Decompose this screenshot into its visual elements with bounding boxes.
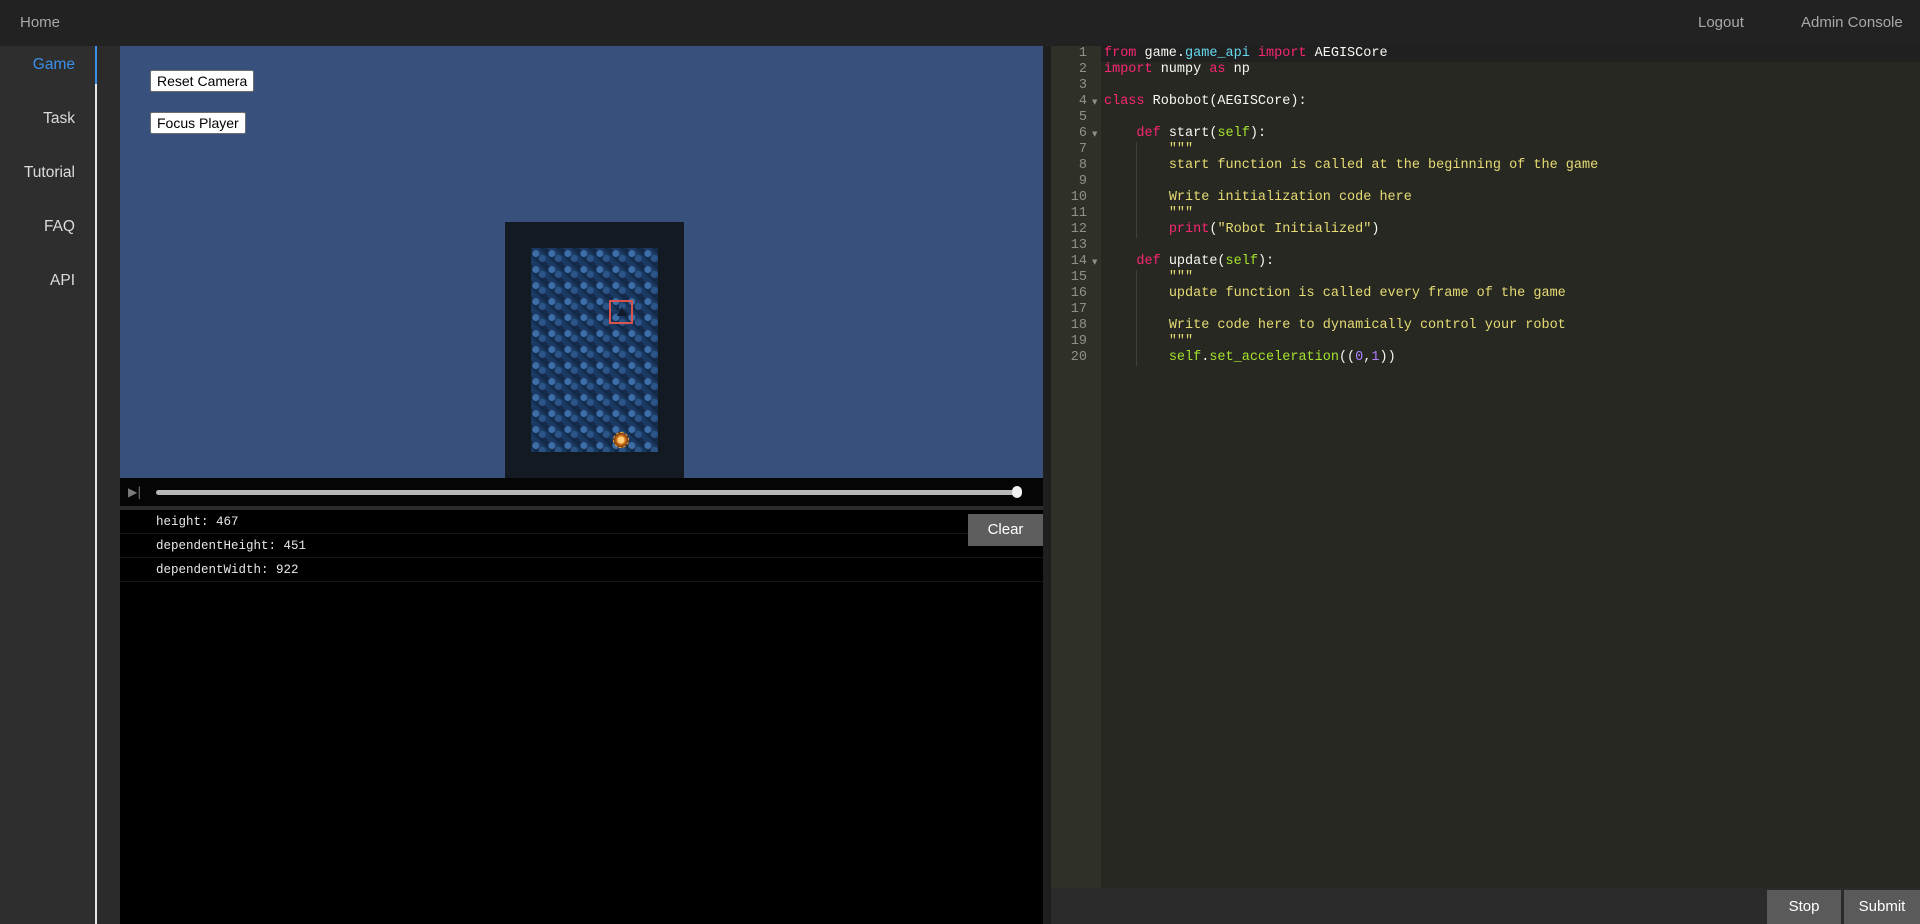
code-line[interactable]: print("Robot Initialized"): [1104, 222, 1380, 238]
line-number: 3: [1078, 78, 1087, 93]
arena-floor: [531, 248, 658, 452]
line-number: 20: [1070, 350, 1087, 365]
game-arena: [505, 222, 684, 478]
line-number: 1: [1078, 46, 1087, 61]
submit-button[interactable]: Submit: [1844, 890, 1920, 924]
code-line[interactable]: start function is called at the beginnin…: [1104, 158, 1598, 174]
sidebar: Game Task Tutorial FAQ API: [0, 46, 97, 924]
code-editor[interactable]: 1 2 3 4 5 6 7 8 9 10 11 12 13 14 15 16 1…: [1043, 46, 1920, 924]
line-number: 10: [1070, 190, 1087, 205]
sidebar-item-tutorial[interactable]: Tutorial: [24, 161, 75, 185]
sidebar-item-api[interactable]: API: [50, 269, 75, 293]
playback-slider[interactable]: [156, 490, 1016, 495]
line-number: 13: [1070, 238, 1087, 253]
console-line: dependentHeight: 451: [120, 534, 1043, 558]
target-marker: [609, 300, 633, 324]
code-line[interactable]: Write initialization code here: [1104, 190, 1412, 206]
code-line[interactable]: update function is called every frame of…: [1104, 286, 1566, 302]
code-line[interactable]: """: [1104, 270, 1193, 286]
line-number: 5: [1078, 110, 1087, 125]
code-line[interactable]: import numpy as np: [1104, 62, 1250, 78]
sidebar-item-faq[interactable]: FAQ: [44, 215, 75, 239]
code-line[interactable]: def start(self):: [1104, 126, 1266, 142]
sidebar-item-task[interactable]: Task: [43, 107, 75, 131]
line-number: 15: [1070, 270, 1087, 285]
code-line[interactable]: from game.game_api import AEGISCore: [1104, 46, 1388, 62]
code-line[interactable]: """: [1104, 334, 1193, 350]
playback-slider-thumb[interactable]: [1012, 486, 1022, 498]
line-number: 18: [1070, 318, 1087, 333]
code-line[interactable]: """: [1104, 142, 1193, 158]
top-navbar: Home Logout Admin Console: [0, 0, 1920, 46]
game-viewport[interactable]: Reset Camera Focus Player: [120, 46, 1043, 478]
line-number: 2: [1078, 62, 1087, 77]
splitter[interactable]: [1043, 46, 1051, 924]
robot-player: [613, 432, 629, 448]
console-line: height: 467: [120, 510, 1043, 534]
code-line[interactable]: Write code here to dynamically control y…: [1104, 318, 1566, 334]
fold-icon[interactable]: ▼: [1092, 126, 1097, 142]
code-line[interactable]: """: [1104, 206, 1193, 222]
logout-link[interactable]: Logout: [1698, 0, 1744, 46]
line-gutter: 1 2 3 4 5 6 7 8 9 10 11 12 13 14 15 16 1…: [1051, 46, 1101, 888]
console-output: height: 467 dependentHeight: 451 depende…: [120, 510, 1043, 924]
clear-console-button[interactable]: Clear: [968, 514, 1043, 546]
playback-bar: ▶|: [120, 478, 1043, 506]
line-number: 11: [1070, 206, 1087, 221]
line-number: 7: [1078, 142, 1087, 157]
line-number: 9: [1078, 174, 1087, 189]
stop-button[interactable]: Stop: [1767, 890, 1841, 924]
line-number: 19: [1070, 334, 1087, 349]
reset-camera-button[interactable]: Reset Camera: [150, 70, 255, 92]
home-link[interactable]: Home: [20, 0, 60, 46]
sidebar-item-game[interactable]: Game: [33, 53, 75, 77]
console-line: dependentWidth: 922: [120, 558, 1043, 582]
line-number: 16: [1070, 286, 1087, 301]
fold-icon[interactable]: ▼: [1092, 254, 1097, 270]
line-number: 8: [1078, 158, 1087, 173]
code-line[interactable]: class Robobot(AEGISCore):: [1104, 94, 1307, 110]
line-number: 6: [1078, 126, 1087, 141]
focus-player-button[interactable]: Focus Player: [150, 112, 246, 134]
line-number: 12: [1070, 222, 1087, 237]
step-forward-icon[interactable]: ▶|: [128, 484, 146, 500]
code-line[interactable]: def update(self):: [1104, 254, 1274, 270]
line-number: 4: [1078, 94, 1087, 109]
active-indicator: [95, 46, 97, 84]
line-number: 17: [1070, 302, 1087, 317]
admin-console-link[interactable]: Admin Console: [1801, 0, 1903, 46]
fold-icon[interactable]: ▼: [1092, 94, 1097, 110]
code-line[interactable]: self.set_acceleration((0,1)): [1104, 350, 1396, 366]
line-number: 14: [1070, 254, 1087, 269]
